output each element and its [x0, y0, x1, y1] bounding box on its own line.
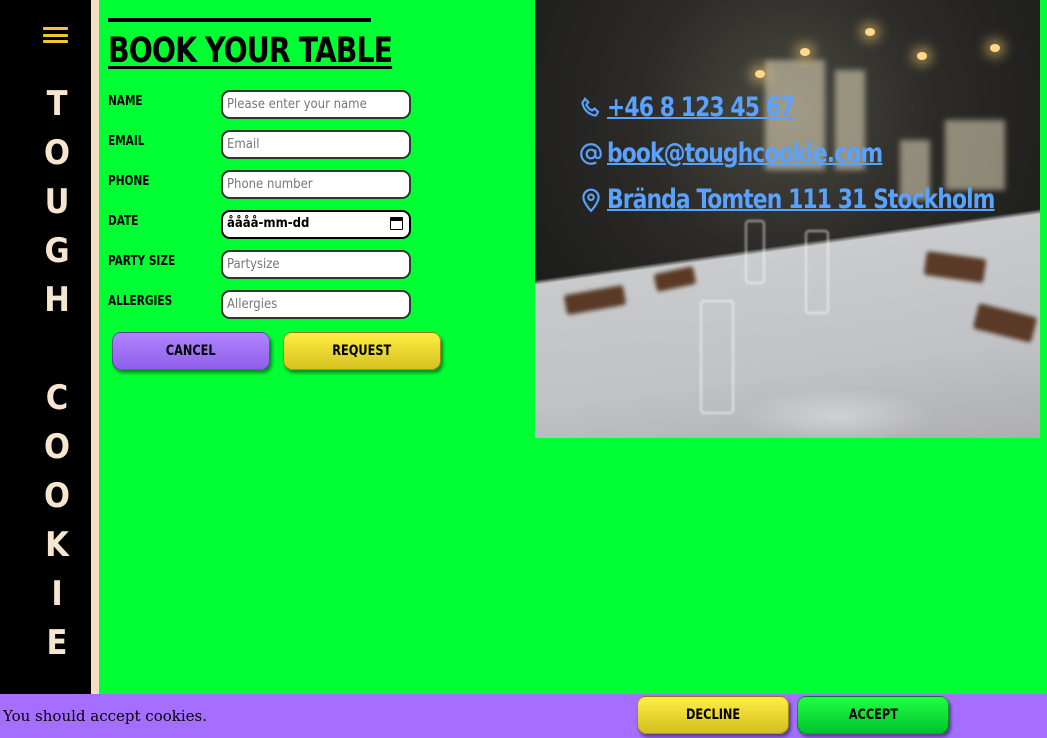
- brand-letter: E: [46, 623, 68, 663]
- at-sign-icon: [580, 142, 602, 165]
- brand-letter: U: [44, 182, 70, 222]
- brand-letter: K: [45, 525, 69, 565]
- email-contact: book@toughcookie.com: [578, 138, 913, 169]
- email-row: EMAIL: [108, 130, 528, 164]
- brand-letter: I: [51, 574, 63, 614]
- restaurant-photo: [535, 0, 1040, 438]
- accept-button[interactable]: ACCEPT: [797, 696, 949, 734]
- booking-form: BOOK YOUR TABLE NAME EMAIL PHONE DATE åå…: [108, 18, 528, 370]
- phone-link[interactable]: +46 8 123 45 67: [607, 92, 795, 123]
- phone-row: PHONE: [108, 170, 528, 204]
- name-input[interactable]: [221, 90, 411, 119]
- allergies-label: ALLERGIES: [108, 294, 173, 309]
- email-label: EMAIL: [108, 134, 145, 149]
- accept-button-label: ACCEPT: [848, 707, 898, 723]
- date-value: åååå-mm-dd: [227, 216, 310, 231]
- party-size-input[interactable]: [221, 250, 411, 279]
- date-label: DATE: [108, 214, 139, 229]
- phone-contact: +46 8 123 45 67: [578, 92, 815, 123]
- cancel-button-label: CANCEL: [166, 343, 216, 359]
- hamburger-icon[interactable]: [43, 27, 68, 43]
- brand-letter: T: [46, 84, 68, 124]
- name-label: NAME: [108, 94, 143, 109]
- party-size-row: PARTY SIZE: [108, 250, 528, 284]
- phone-label: PHONE: [108, 174, 150, 189]
- address-link[interactable]: Brända Tomten 111 31 Stockholm: [607, 184, 995, 215]
- brand-letter: C: [45, 378, 69, 418]
- page-title: BOOK YOUR TABLE: [108, 31, 393, 71]
- brand-letter: O: [44, 133, 70, 173]
- title-divider: [108, 18, 371, 22]
- email-link[interactable]: book@toughcookie.com: [607, 138, 883, 169]
- cookie-banner: You should accept cookies. DECLINE ACCEP…: [0, 694, 1047, 738]
- request-button-label: REQUEST: [332, 343, 392, 359]
- brand-vertical-logo: T O U G H C O O K I E: [40, 80, 74, 668]
- name-row: NAME: [108, 90, 528, 124]
- sidebar: T O U G H C O O K I E: [0, 0, 99, 694]
- request-button[interactable]: REQUEST: [283, 332, 441, 370]
- allergies-input[interactable]: [221, 290, 411, 319]
- brand-letter: O: [44, 427, 70, 467]
- decline-button-label: DECLINE: [685, 707, 741, 723]
- decline-button[interactable]: DECLINE: [637, 696, 789, 734]
- brand-letter: O: [44, 476, 70, 516]
- address-contact: Brända Tomten 111 31 Stockholm: [578, 184, 1038, 215]
- party-size-label: PARTY SIZE: [108, 254, 176, 269]
- email-input[interactable]: [221, 130, 411, 159]
- map-pin-icon: [582, 188, 600, 212]
- cookie-message: You should accept cookies.: [3, 707, 207, 725]
- date-input[interactable]: åååå-mm-dd: [221, 210, 411, 239]
- phone-input[interactable]: [221, 170, 411, 199]
- brand-letter: H: [44, 280, 70, 320]
- date-row: DATE åååå-mm-dd: [108, 210, 528, 244]
- cancel-button[interactable]: CANCEL: [112, 332, 270, 370]
- phone-icon: [581, 96, 600, 117]
- brand-letter: G: [44, 231, 70, 271]
- allergies-row: ALLERGIES: [108, 290, 528, 324]
- calendar-icon[interactable]: [390, 217, 403, 230]
